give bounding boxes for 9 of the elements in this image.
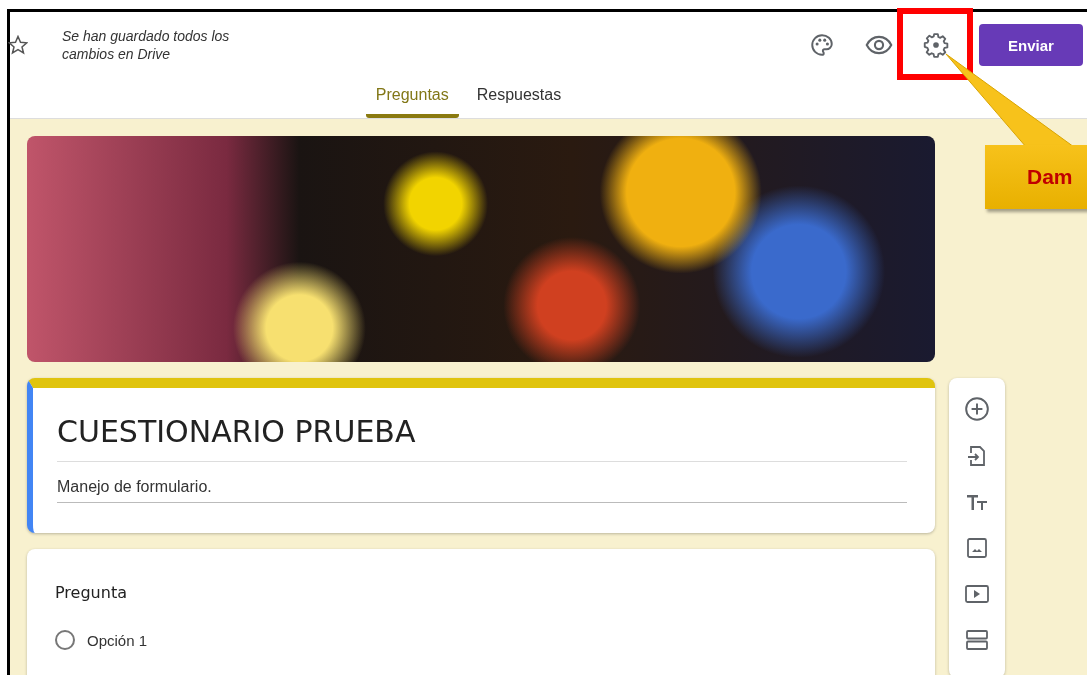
option-label[interactable]: Opción 1 <box>87 631 148 649</box>
tab[interactable]: Preguntas <box>365 78 459 118</box>
save-status: Se han guardado todos los cambios en Drive <box>62 27 231 63</box>
send-button[interactable]: Enviar <box>979 24 1083 66</box>
callout-text: Dam <box>1027 165 1073 189</box>
tab[interactable]: Respuestas <box>466 78 572 118</box>
question-title[interactable]: Pregunta <box>55 583 907 602</box>
form-description[interactable]: Manejo de formulario. <box>57 462 907 503</box>
form-title[interactable]: CUESTIONARIO PRUEBA <box>57 414 907 462</box>
